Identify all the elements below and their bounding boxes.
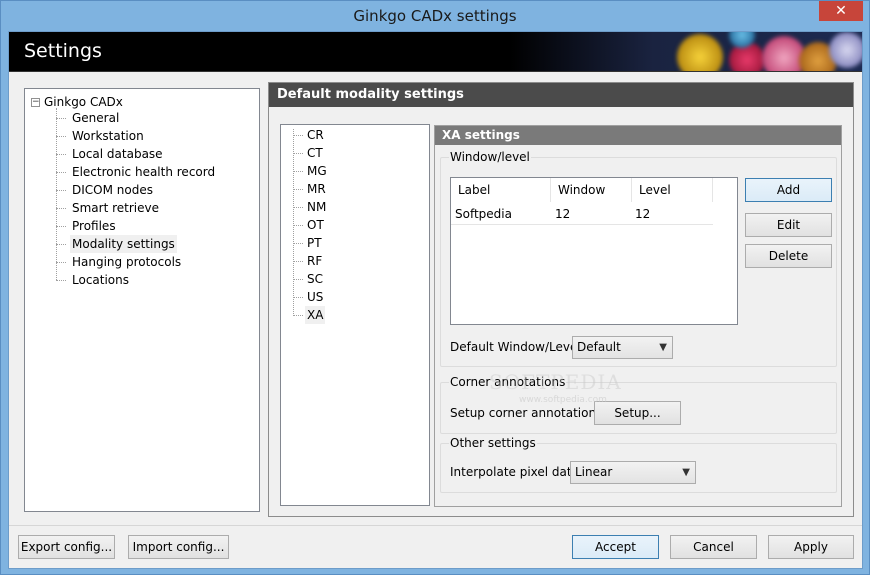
- column-header-level[interactable]: Level: [632, 178, 713, 202]
- tree-item-dicom-nodes[interactable]: DICOM nodes: [70, 181, 155, 199]
- setup-button[interactable]: Setup...: [594, 401, 681, 425]
- modality-list[interactable]: CR CT MG MR NM OT PT RF SC US XA: [280, 124, 430, 506]
- default-window-level-label: Default Window/Level: [450, 340, 581, 354]
- other-settings-legend: Other settings: [449, 436, 537, 450]
- import-config-button[interactable]: Import config...: [128, 535, 229, 559]
- chevron-down-icon: ▼: [659, 342, 667, 353]
- tree-line: [293, 243, 303, 244]
- modality-item-pt[interactable]: PT: [305, 234, 324, 252]
- window-level-legend: Window/level: [449, 150, 531, 164]
- table-header: Label Window Level: [451, 178, 713, 202]
- modality-item-cr[interactable]: CR: [305, 126, 326, 144]
- tree-line: [293, 153, 303, 154]
- tree-item-modality-settings[interactable]: Modality settings: [70, 235, 177, 253]
- tree-line: [293, 261, 303, 262]
- tree-line: [56, 154, 66, 155]
- tree-line: [293, 225, 303, 226]
- tree-line: [56, 190, 66, 191]
- modality-item-xa[interactable]: XA: [305, 306, 326, 324]
- window-title: Ginkgo CADx settings: [353, 7, 517, 25]
- modality-item-ot[interactable]: OT: [305, 216, 326, 234]
- tree-line: [56, 226, 66, 227]
- tree-line: [56, 172, 66, 173]
- tree-line: [56, 136, 66, 137]
- settings-window: Ginkgo CADx settings ✕ Settings − Ginkgo …: [0, 0, 870, 575]
- tree-item-workstation[interactable]: Workstation: [70, 127, 146, 145]
- modality-item-mr[interactable]: MR: [305, 180, 328, 198]
- modality-item-mg[interactable]: MG: [305, 162, 329, 180]
- modality-item-us[interactable]: US: [305, 288, 325, 306]
- footer-divider: [9, 525, 862, 526]
- banner-title: Settings: [24, 40, 102, 62]
- banner-decoration: [677, 34, 723, 71]
- close-icon[interactable]: ✕: [819, 1, 863, 21]
- setup-corner-annotations-label: Setup corner annotations: [450, 406, 603, 420]
- settings-tree[interactable]: − Ginkgo CADx General Workstation Local d…: [24, 88, 260, 512]
- softpedia-watermark-url: www.softpedia.com: [519, 395, 607, 405]
- panel-header: Default modality settings: [269, 83, 853, 107]
- xa-settings-header: XA settings: [435, 126, 841, 145]
- delete-button[interactable]: Delete: [745, 244, 832, 268]
- apply-button[interactable]: Apply: [768, 535, 854, 559]
- tree-item-locations[interactable]: Locations: [70, 271, 131, 289]
- tree-line: [56, 118, 66, 119]
- column-header-label[interactable]: Label: [451, 178, 551, 202]
- export-config-button[interactable]: Export config...: [18, 535, 115, 559]
- edit-button[interactable]: Edit: [745, 213, 832, 237]
- tree-item-general[interactable]: General: [70, 109, 121, 127]
- table-row[interactable]: Softpedia 12 12: [451, 203, 713, 225]
- tree-item-local-database[interactable]: Local database: [70, 145, 165, 163]
- modality-item-nm[interactable]: NM: [305, 198, 328, 216]
- window-level-group: Window/level Label Window Level Softpedi…: [440, 150, 837, 367]
- tree-item-profiles[interactable]: Profiles: [70, 217, 118, 235]
- cell-window: 12: [555, 207, 571, 221]
- tree-line: [293, 315, 303, 316]
- tree-line: [293, 207, 303, 208]
- tree-line: [293, 297, 303, 298]
- tree-line: [56, 208, 66, 209]
- tree-line: [56, 244, 66, 245]
- column-header-window[interactable]: Window: [551, 178, 632, 202]
- cell-label: Softpedia: [455, 207, 512, 221]
- modality-item-rf[interactable]: RF: [305, 252, 324, 270]
- accept-button[interactable]: Accept: [572, 535, 659, 559]
- tree-line: [293, 171, 303, 172]
- tree-line: [293, 135, 303, 136]
- tree-line: [293, 279, 303, 280]
- tree-line: [56, 280, 66, 281]
- interpolate-pixel-data-value: Linear: [575, 465, 613, 479]
- tree-line: [293, 189, 303, 190]
- cell-level: 12: [635, 207, 651, 221]
- window-client: Settings − Ginkgo CADx General Workstatio…: [8, 31, 863, 569]
- window-level-table[interactable]: Label Window Level Softpedia 12 12: [450, 177, 738, 325]
- modality-settings-panel: Default modality settings CR CT MG MR NM…: [268, 82, 854, 517]
- settings-banner: Settings: [9, 32, 862, 72]
- interpolate-pixel-data-label: Interpolate pixel data: [450, 465, 579, 479]
- tree-root-label: Ginkgo CADx: [44, 95, 123, 109]
- tree-item-smart-retrieve[interactable]: Smart retrieve: [70, 199, 161, 217]
- add-button[interactable]: Add: [745, 178, 832, 202]
- tree-line: [56, 262, 66, 263]
- softpedia-watermark: SOFTPEDIA: [489, 370, 622, 394]
- default-window-level-select[interactable]: Default ▼: [572, 336, 673, 359]
- tree-item-electronic-health-record[interactable]: Electronic health record: [70, 163, 217, 181]
- chevron-down-icon: ▼: [682, 467, 690, 478]
- banner-decoration: [829, 32, 862, 68]
- title-bar[interactable]: Ginkgo CADx settings ✕: [1, 1, 869, 31]
- interpolate-pixel-data-select[interactable]: Linear ▼: [570, 461, 696, 484]
- default-window-level-value: Default: [577, 340, 621, 354]
- tree-item-hanging-protocols[interactable]: Hanging protocols: [70, 253, 183, 271]
- minus-box-icon[interactable]: −: [31, 98, 40, 107]
- cancel-button[interactable]: Cancel: [670, 535, 757, 559]
- tree-line: [56, 108, 57, 280]
- modality-item-sc[interactable]: SC: [305, 270, 325, 288]
- other-settings-group: Other settings Interpolate pixel data Li…: [440, 436, 837, 493]
- tree-line: [293, 129, 294, 314]
- modality-item-ct[interactable]: CT: [305, 144, 325, 162]
- xa-settings-panel: XA settings Window/level Label Window Le…: [434, 125, 842, 507]
